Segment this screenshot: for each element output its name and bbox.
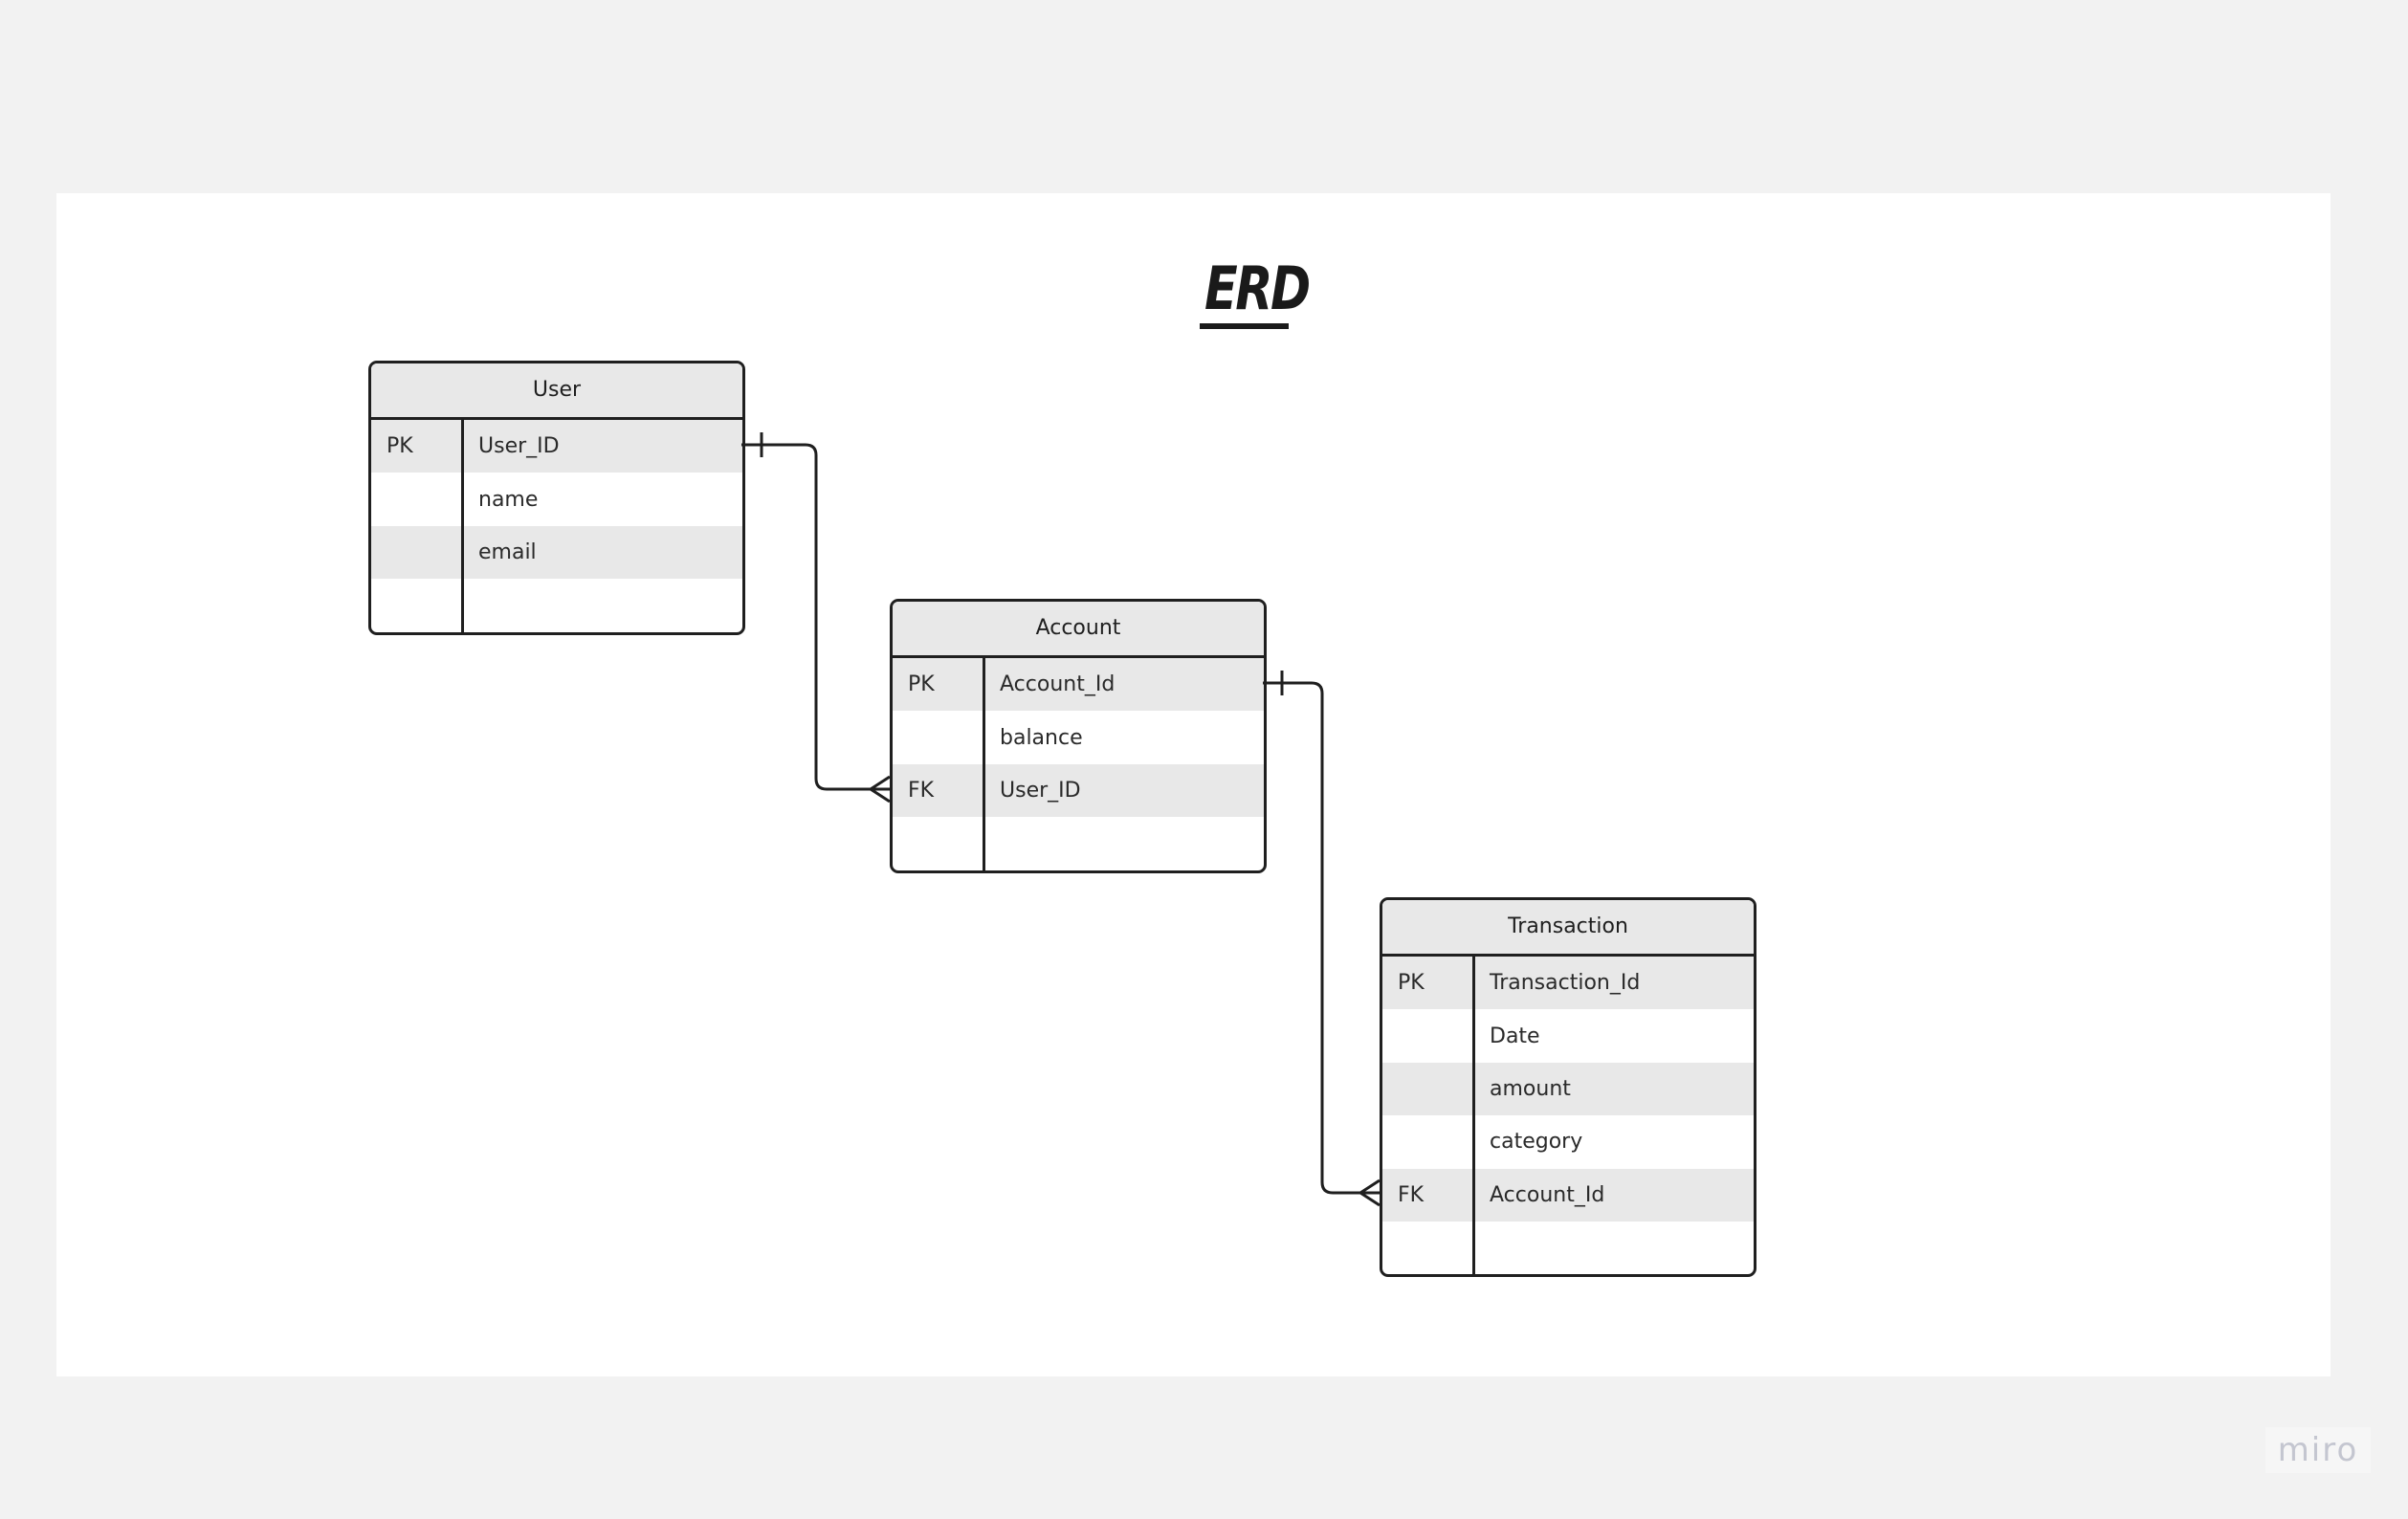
crowfoot-marker [870,775,891,791]
crowfoot-marker [1359,1178,1381,1195]
crowfoot-marker [1359,1191,1381,1207]
crowfoot-marker [870,787,891,804]
connector-line [1263,681,1380,1195]
connector-line [741,443,890,791]
relationship-connectors [741,432,1381,1207]
miro-logo: miro [2265,1427,2371,1473]
relationship-user-account[interactable] [741,432,891,804]
relationship-account-transaction[interactable] [1263,671,1381,1207]
